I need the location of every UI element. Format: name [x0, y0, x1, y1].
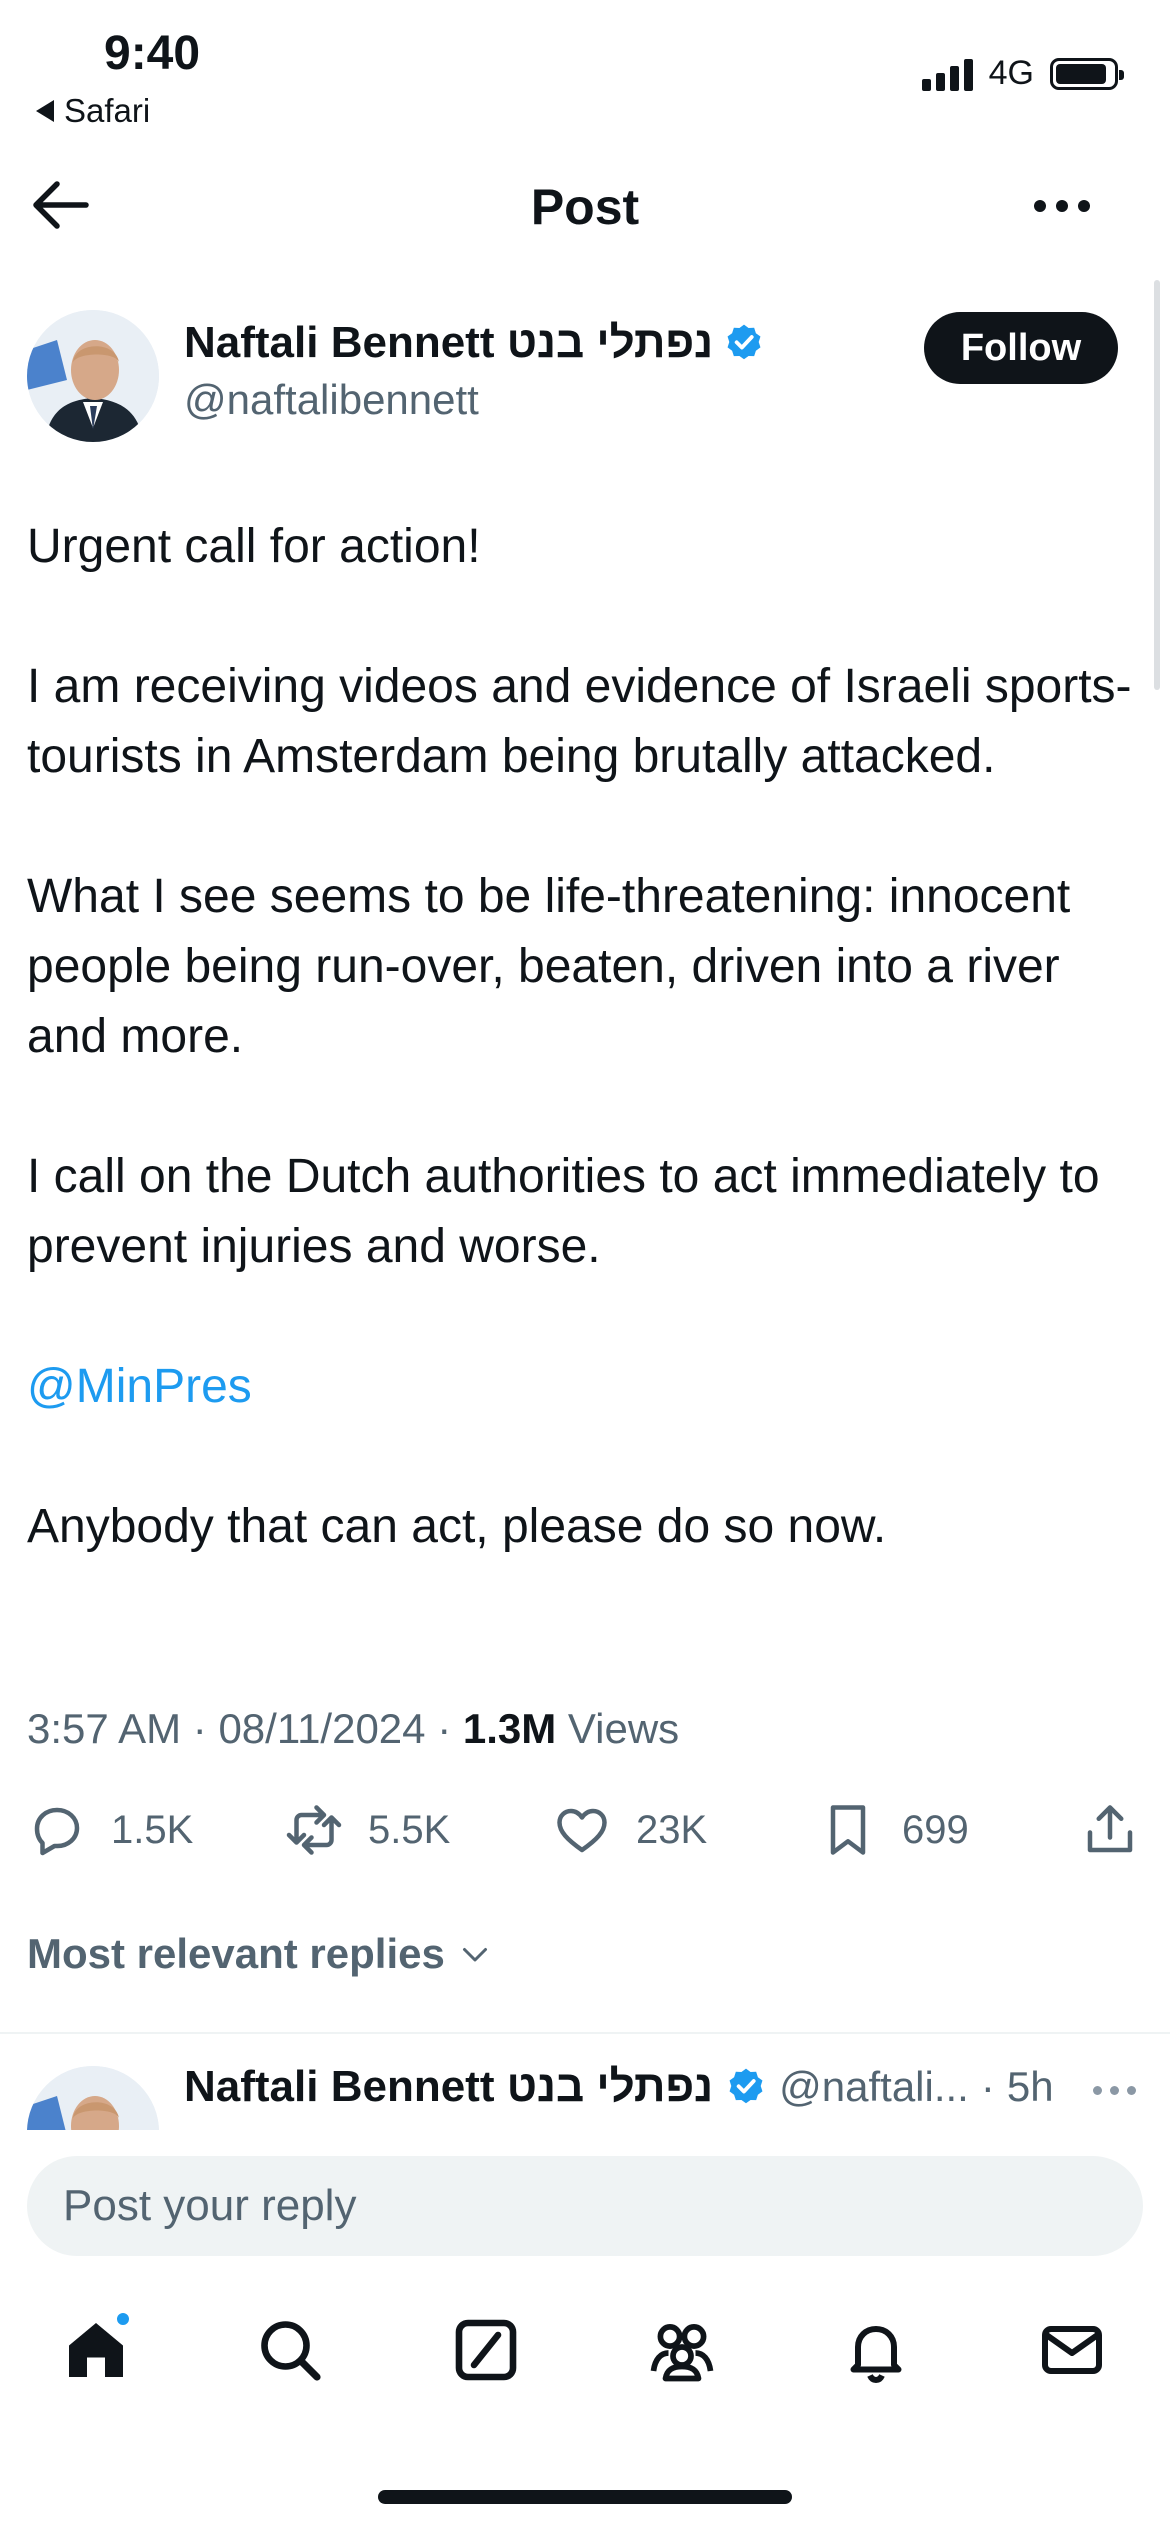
reply-count: 1.5K: [111, 1807, 194, 1852]
scrollbar[interactable]: [1154, 280, 1160, 690]
battery-level: [1056, 63, 1107, 84]
bell-icon: [850, 2326, 902, 2383]
notification-dot: [114, 2310, 132, 2328]
tweet-paragraph: What I see seems to be life-threatening:…: [27, 870, 1071, 1063]
search-icon: [261, 2321, 321, 2381]
mention-link[interactable]: @MinPres: [27, 1352, 1137, 1422]
repost-count: 5.5K: [368, 1807, 451, 1852]
page-title: Post: [530, 179, 640, 235]
reply-separator: ·: [980, 2063, 995, 2110]
chevron-down-icon: [462, 1948, 487, 1962]
tweet-paragraph: I call on the Dutch authorities to act i…: [27, 1150, 1100, 1273]
post-header: Post: [0, 160, 1170, 250]
back-app-label: Safari: [64, 92, 151, 129]
tweet-time[interactable]: 3:57 AM: [27, 1705, 181, 1752]
like-count: 23K: [636, 1807, 708, 1852]
tweet-meta: 3:57 AM · 08/11/2024 · 1.3M Views: [27, 1705, 679, 1753]
nav-notifications[interactable]: [836, 2310, 916, 2390]
reply-button[interactable]: 1.5K: [27, 1800, 193, 1860]
cellular-signal-icon: [921, 57, 973, 91]
status-indicators: 4G: [921, 54, 1124, 93]
share-icon: [1087, 1805, 1133, 1853]
tweet-actions: 1.5K 5.5K 23K 699: [0, 1800, 1170, 1880]
status-bar: 9:40 Safari 4G: [0, 0, 1170, 140]
author-name: Naftali Bennett נפתלי בנט: [184, 318, 714, 367]
nav-home[interactable]: [56, 2310, 136, 2390]
status-time: 9:40: [104, 27, 201, 80]
tweet-paragraph: Urgent call for action!: [27, 520, 481, 573]
meta-separator: ·: [437, 1705, 463, 1752]
grok-icon: [455, 2319, 517, 2381]
meta-separator: ·: [192, 1705, 219, 1752]
nav-messages[interactable]: [1032, 2310, 1112, 2390]
tweet-paragraph: I am receiving videos and evidence of Is…: [27, 660, 1132, 783]
communities-icon: [650, 2324, 714, 2382]
tweet-paragraph: Anybody that can act, please do so now.: [27, 1500, 887, 1553]
reply-input[interactable]: Post your reply: [27, 2156, 1143, 2256]
heart-icon: [557, 1808, 607, 1853]
views-label: Views: [567, 1705, 680, 1752]
like-button[interactable]: 23K: [552, 1800, 707, 1860]
battery-icon: [1050, 57, 1124, 90]
nav-communities[interactable]: [642, 2310, 722, 2390]
bookmark-count: 699: [902, 1807, 969, 1852]
views-count: 1.3M: [462, 1705, 557, 1752]
reply-item[interactable]: Naftali Bennett נפתלי בנט @naftali... · …: [0, 2034, 1170, 2130]
replies-sort-label: Most relevant replies: [27, 1930, 445, 1977]
network-type: 4G: [988, 54, 1034, 92]
verified-badge-icon: [729, 2068, 763, 2104]
share-button[interactable]: [1080, 1800, 1140, 1860]
reply-avatar[interactable]: [27, 2066, 159, 2130]
compose-reply-bar: Post your reply: [0, 2130, 1170, 2270]
author-handle[interactable]: @naftalibennett: [184, 376, 479, 424]
bookmark-icon: [830, 1805, 866, 1855]
replies-sort-dropdown[interactable]: Most relevant replies: [27, 1930, 493, 1978]
author-avatar[interactable]: [27, 310, 159, 442]
home-indicator[interactable]: [378, 2490, 792, 2504]
nav-search[interactable]: [250, 2310, 330, 2390]
reply-more-icon[interactable]: [1093, 2086, 1136, 2095]
bookmark-button[interactable]: 699: [818, 1800, 969, 1860]
repost-button[interactable]: 5.5K: [284, 1800, 450, 1860]
nav-grok[interactable]: [446, 2310, 526, 2390]
tweet-date[interactable]: 08/11/2024: [218, 1705, 425, 1752]
envelope-icon: [1042, 2326, 1102, 2374]
reply-author-name[interactable]: Naftali Bennett נפתלי בנט: [184, 2062, 713, 2112]
reply-author-handle: @naftali...: [779, 2063, 969, 2110]
reply-icon: [34, 1807, 80, 1856]
reply-time: 5h: [1006, 2063, 1054, 2110]
author-name-row[interactable]: Naftali Bennett נפתלי בנט: [184, 318, 765, 368]
verified-badge-icon: [727, 324, 761, 360]
back-triangle-icon: [36, 100, 54, 122]
tweet-text: Urgent call for action! I am receiving v…: [27, 512, 1137, 1562]
repost-icon: [286, 1805, 342, 1855]
reply-header: Naftali Bennett נפתלי בנט @naftali... · …: [184, 2062, 1054, 2112]
follow-button[interactable]: Follow: [924, 312, 1118, 384]
back-to-app-link[interactable]: Safari: [36, 92, 150, 130]
more-options-icon[interactable]: [1034, 200, 1090, 212]
bottom-nav: [0, 2290, 1170, 2420]
